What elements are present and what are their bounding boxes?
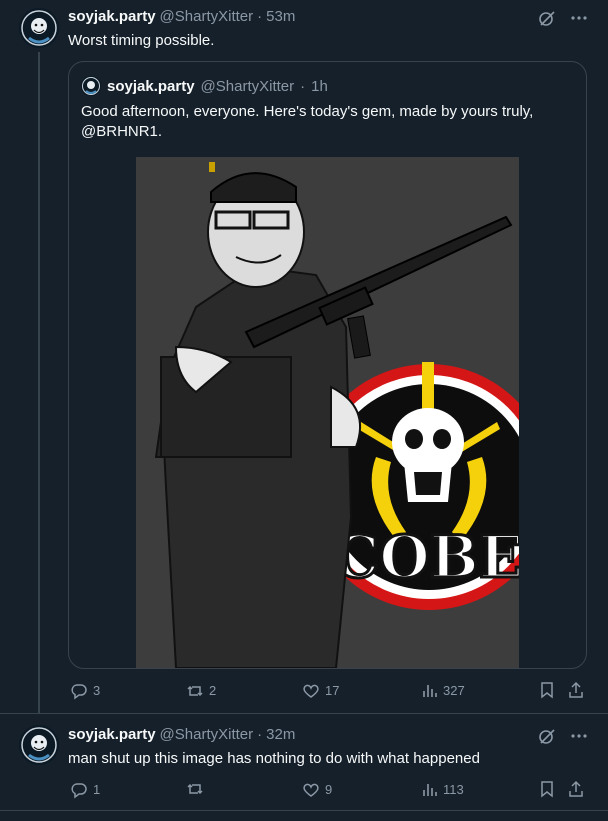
tweet-actions: 1 9 113: [68, 780, 588, 800]
bookmark-icon: [541, 781, 553, 798]
user-handle: @ShartyXitter: [200, 77, 295, 95]
like-button[interactable]: 17: [302, 681, 339, 701]
share-icon: [569, 681, 583, 698]
timestamp: 1h: [311, 77, 328, 95]
heart-icon: [303, 684, 319, 698]
avatar[interactable]: [19, 725, 59, 765]
quoted-tweet-text: Good afternoon, everyone. Here's today's…: [81, 103, 534, 140]
share-icon: [569, 780, 583, 797]
tweet[interactable]: soyjak.party @ShartyXitter · 32m man shu…: [0, 714, 608, 811]
display-name[interactable]: soyjak.party: [68, 8, 156, 25]
quoted-tweet-image[interactable]: COBE: [136, 157, 552, 668]
bookmark-button[interactable]: [538, 780, 556, 798]
avatar: [81, 76, 101, 96]
repost-icon: [187, 685, 203, 697]
repost-count: 2: [209, 683, 217, 698]
reply-count: 1: [93, 782, 101, 797]
reply-count: 3: [93, 683, 101, 698]
reply-button[interactable]: 1: [70, 780, 100, 800]
views-button[interactable]: 113: [420, 780, 464, 800]
quoted-tweet[interactable]: soyjak.party @ShartyXitter · 1h Good aft…: [68, 61, 587, 669]
analytics-icon: [423, 685, 437, 697]
tweet-top-actions: [538, 9, 588, 31]
separator-dot: ·: [300, 77, 306, 95]
avatar[interactable]: [19, 8, 59, 48]
like-count: 9: [325, 782, 333, 797]
view-count: 113: [443, 782, 464, 797]
timestamp[interactable]: 32m: [266, 726, 295, 743]
reply-icon: [71, 783, 87, 799]
bookmark-icon: [541, 682, 553, 699]
tweet-text: Worst timing possible.: [68, 32, 215, 49]
share-button[interactable]: [567, 780, 585, 798]
separator-dot: ·: [257, 726, 263, 743]
repost-icon: [187, 783, 203, 795]
more-horizontal-icon[interactable]: [570, 9, 588, 31]
timestamp[interactable]: 53m: [266, 8, 295, 25]
tweet-text: man shut up this image has nothing to do…: [68, 750, 480, 767]
user-handle[interactable]: @ShartyXitter: [160, 8, 254, 25]
display-name[interactable]: soyjak.party: [68, 726, 156, 743]
thread-line: [38, 52, 40, 713]
view-count: 327: [443, 683, 465, 698]
grok-icon[interactable]: [538, 727, 556, 749]
emblem-text: COBE: [333, 523, 519, 591]
tweet[interactable]: soyjak.party @ShartyXitter · 53m Worst t…: [0, 0, 608, 714]
tweet-actions: 3 2 17 327: [68, 681, 588, 701]
repost-button[interactable]: 2: [186, 681, 216, 701]
tweet-header: soyjak.party @ShartyXitter · 53m: [68, 8, 295, 25]
separator-dot: ·: [257, 8, 263, 25]
tweet-header: soyjak.party @ShartyXitter · 32m: [68, 726, 295, 743]
user-handle[interactable]: @ShartyXitter: [160, 726, 254, 743]
reply-icon: [71, 684, 87, 700]
quoted-tweet-header: soyjak.party @ShartyXitter · 1h: [81, 76, 328, 96]
like-button[interactable]: 9: [302, 780, 332, 800]
repost-button[interactable]: [186, 780, 209, 798]
tweet-top-actions: [538, 727, 588, 749]
analytics-icon: [423, 784, 437, 796]
bookmark-button[interactable]: [538, 681, 556, 699]
display-name: soyjak.party: [107, 77, 195, 95]
views-button[interactable]: 327: [420, 681, 465, 701]
share-button[interactable]: [567, 681, 585, 699]
heart-icon: [303, 783, 319, 797]
like-count: 17: [325, 683, 340, 698]
reply-button[interactable]: 3: [70, 681, 100, 701]
grok-icon[interactable]: [538, 9, 556, 31]
more-horizontal-icon[interactable]: [570, 727, 588, 749]
